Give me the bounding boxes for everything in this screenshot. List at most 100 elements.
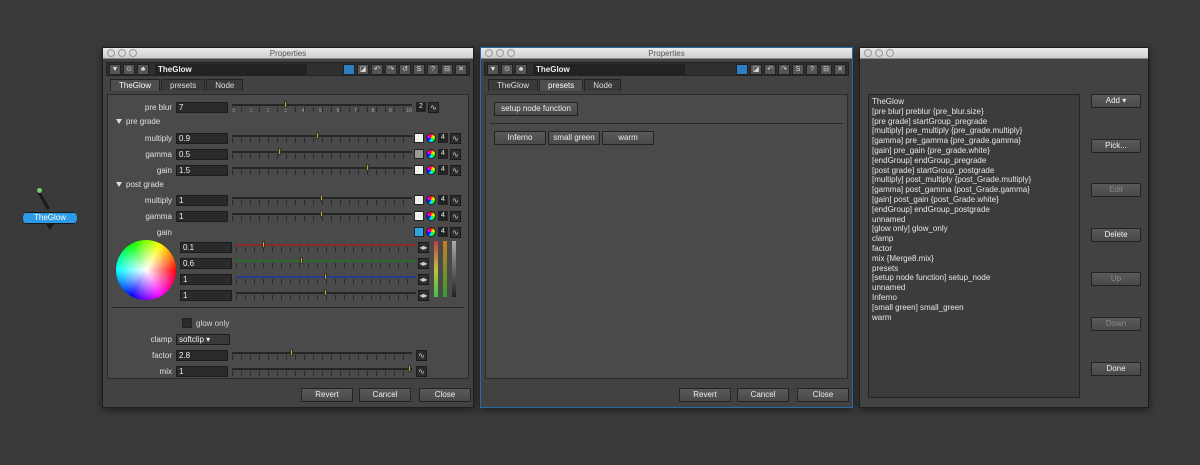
color-wheel-icon[interactable] (426, 195, 436, 205)
post-multiply-slider[interactable] (232, 194, 412, 206)
animation-icon[interactable]: ∿ (450, 210, 461, 222)
default-color-icon[interactable]: ◪ (357, 63, 369, 75)
list-item[interactable]: presets (872, 264, 1076, 274)
animation-icon[interactable]: ∿ (416, 365, 427, 377)
blue-input[interactable]: 1 (180, 273, 232, 285)
minimize-dot[interactable] (875, 49, 883, 57)
list-item[interactable]: [endGroup] endGroup_postgrade (872, 205, 1076, 215)
list-item[interactable]: [glow only] glow_only (872, 224, 1076, 234)
channel-count[interactable]: 4 (438, 211, 448, 221)
list-item[interactable]: [pre grade] startGroup_pregrade (872, 117, 1076, 127)
post-gamma-input[interactable]: 1 (176, 210, 228, 222)
blue-slider[interactable] (236, 273, 416, 285)
glow-node[interactable]: TheGlow (22, 186, 82, 236)
animation-icon[interactable]: ∿ (450, 148, 461, 160)
preset-small-green-button[interactable]: small green (548, 131, 600, 145)
pre-gamma-slider[interactable] (232, 148, 412, 160)
close-dot[interactable] (107, 49, 115, 57)
up-button[interactable]: Up (1091, 272, 1141, 286)
list-item[interactable]: [post grade] startGroup_postgrade (872, 166, 1076, 176)
undo-icon[interactable]: ↶ (764, 63, 776, 75)
color-wheel-icon[interactable] (426, 165, 436, 175)
list-item[interactable]: mix {Merge8.mix} (872, 254, 1076, 264)
val-bar[interactable] (452, 241, 456, 297)
revert-button[interactable]: Revert (679, 388, 731, 402)
help-icon[interactable]: ? (806, 63, 818, 75)
color-wheel[interactable] (116, 240, 176, 300)
color-icon[interactable] (736, 63, 748, 75)
alpha-input[interactable]: 1 (180, 289, 232, 301)
view-icon[interactable]: ⊙ (123, 63, 135, 75)
expand-arrows-icon[interactable]: ◂▸ (418, 273, 429, 285)
list-item[interactable]: clamp (872, 234, 1076, 244)
pick-button[interactable]: Pick... (1091, 139, 1141, 153)
node-name-field[interactable]: TheGlow (155, 63, 307, 75)
animation-icon[interactable]: ∿ (450, 132, 461, 144)
sat-bar[interactable] (443, 241, 447, 297)
list-item[interactable]: [multiply] post_multiply {post_Grade.mul… (872, 175, 1076, 185)
close-dot[interactable] (485, 49, 493, 57)
color-swatch[interactable] (414, 227, 424, 237)
close-panel-icon[interactable]: ✕ (834, 63, 846, 75)
channel-count[interactable]: 4 (438, 149, 448, 159)
color-swatch[interactable] (414, 195, 424, 205)
script-icon[interactable]: S (413, 63, 425, 75)
setup-node-function-button[interactable]: setup node function (494, 102, 578, 116)
close-panel-icon[interactable]: ✕ (455, 63, 467, 75)
list-item[interactable]: unnamed (872, 283, 1076, 293)
redo-icon[interactable]: ↷ (385, 63, 397, 75)
color-wheel-icon[interactable] (426, 149, 436, 159)
list-item[interactable]: Inferno (872, 293, 1076, 303)
post-multiply-input[interactable]: 1 (176, 194, 228, 206)
post-grade-group[interactable]: post grade (116, 180, 164, 189)
float-icon[interactable]: ⊟ (441, 63, 453, 75)
redo-icon[interactable]: ↷ (778, 63, 790, 75)
green-input[interactable]: 0.6 (180, 257, 232, 269)
factor-slider[interactable] (232, 349, 412, 361)
done-button[interactable]: Done (1091, 362, 1141, 376)
animation-icon[interactable]: ∿ (450, 226, 461, 238)
color-swatch[interactable] (414, 133, 424, 143)
list-item[interactable]: [gain] pre_gain {pre_grade.white} (872, 146, 1076, 156)
clamp-dropdown[interactable]: softclip ▾ (176, 333, 230, 345)
list-item[interactable]: [pre blur] preblur {pre_blur.size} (872, 107, 1076, 117)
pre-gain-slider[interactable] (232, 164, 412, 176)
zoom-dot[interactable] (507, 49, 515, 57)
mix-slider[interactable] (232, 365, 412, 377)
cancel-button[interactable]: Cancel (737, 388, 789, 402)
tab-node[interactable]: Node (584, 79, 622, 91)
list-item[interactable]: [endGroup] endGroup_pregrade (872, 156, 1076, 166)
tab-theglow[interactable]: TheGlow (488, 79, 539, 91)
pre-multiply-slider[interactable] (232, 132, 412, 144)
minimize-dot[interactable] (118, 49, 126, 57)
list-item[interactable]: [multiply] pre_multiply {pre_grade.multi… (872, 126, 1076, 136)
undo-icon[interactable]: ↶ (371, 63, 383, 75)
delete-button[interactable]: Delete (1091, 228, 1141, 242)
list-item[interactable]: [small green] small_green (872, 303, 1076, 313)
animation-icon[interactable]: ∿ (416, 349, 427, 361)
expand-arrows-icon[interactable]: ◂▸ (418, 241, 429, 253)
channel-count[interactable]: 4 (438, 165, 448, 175)
close-button[interactable]: Close (797, 388, 849, 402)
animation-icon[interactable]: ∿ (428, 101, 439, 113)
add-button[interactable]: Add ▾ (1091, 94, 1141, 108)
list-item[interactable]: factor (872, 244, 1076, 254)
collapse-icon[interactable]: ▼ (487, 63, 499, 75)
tab-node[interactable]: Node (206, 79, 244, 91)
hue-bar[interactable] (434, 241, 438, 297)
pre-multiply-input[interactable]: 0.9 (176, 132, 228, 144)
tab-presets[interactable]: presets (539, 79, 584, 91)
channel-count[interactable]: 4 (438, 133, 448, 143)
zoom-dot[interactable] (129, 49, 137, 57)
list-item[interactable]: [gamma] pre_gamma {pre_grade.gamma} (872, 136, 1076, 146)
pre-blur-channels[interactable]: 2 (416, 102, 426, 112)
pre-blur-slider[interactable]: 0 1 2 3 4 5 6 7 8 9 10 (232, 101, 412, 114)
tab-theglow[interactable]: TheGlow (110, 79, 161, 91)
view-icon[interactable]: ⊙ (501, 63, 513, 75)
post-gamma-slider[interactable] (232, 210, 412, 222)
help-icon[interactable]: ? (427, 63, 439, 75)
expand-arrows-icon[interactable]: ◂▸ (418, 289, 429, 301)
glow-only-checkbox[interactable] (182, 318, 192, 328)
list-item[interactable]: [gain] post_gain {post_Grade.white} (872, 195, 1076, 205)
color-icon[interactable] (343, 63, 355, 75)
